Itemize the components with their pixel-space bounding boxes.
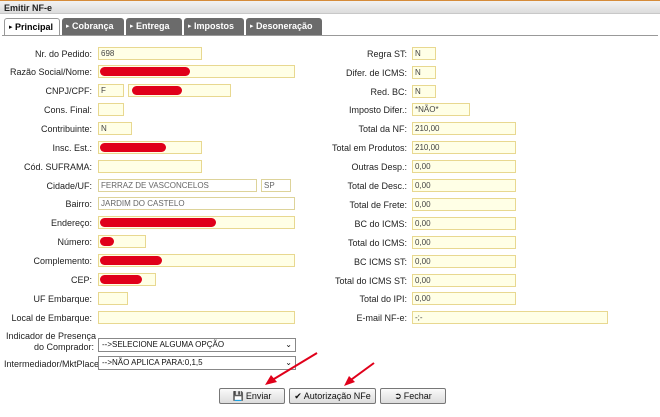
tab-impostos[interactable]: ▸ Impostos	[184, 18, 244, 35]
cidade-field[interactable]: FERRAZ DE VASCONCELOS	[98, 179, 257, 192]
cons-final-field[interactable]	[98, 103, 124, 116]
label-indicador-presenca-2: do Comprador:	[34, 342, 95, 352]
email-nfe-field[interactable]: -;-	[412, 311, 608, 324]
redaction-mark	[100, 237, 114, 246]
bc-icms-field[interactable]: 0,00	[412, 217, 516, 230]
label-total-icms: Total do ICMS:	[347, 238, 407, 248]
label-outras-desp: Outras Desp.:	[351, 162, 407, 172]
label-email-nfe: E-mail NF-e:	[356, 313, 407, 323]
triangle-right-icon: ▸	[9, 24, 13, 31]
red-bc-field[interactable]: N	[412, 85, 436, 98]
exit-icon: ➲	[394, 391, 402, 401]
label-total-produtos: Total em Produtos:	[331, 143, 407, 153]
redaction-mark	[100, 218, 216, 227]
fechar-button[interactable]: ➲ Fechar	[380, 388, 446, 404]
label-total-nf: Total da NF:	[358, 124, 407, 134]
label-local-embarque: Local de Embarque:	[11, 313, 92, 323]
label-total-icms-st: Total do ICMS ST:	[334, 276, 407, 286]
label-imposto-difer: Imposto Difer.:	[348, 105, 407, 115]
tab-desoneracao[interactable]: ▸ Desoneração	[246, 18, 322, 35]
label-cep: CEP:	[70, 275, 92, 285]
label-contribuinte: Contribuinte:	[40, 124, 92, 134]
tab-cobranca[interactable]: ▸ Cobrança	[62, 18, 124, 35]
label-nr-pedido: Nr. do Pedido:	[34, 49, 92, 59]
chevron-down-icon: ⌄	[285, 340, 292, 349]
contribuinte-field[interactable]: N	[98, 122, 132, 135]
intermediador-select[interactable]: -->NÃO APLICA PARA:0,1,5 ⌄	[98, 356, 296, 370]
redaction-mark	[100, 256, 162, 265]
label-regra-st: Regra ST:	[366, 49, 407, 59]
bc-icms-st-field[interactable]: 0,00	[412, 255, 516, 268]
redaction-mark	[100, 143, 166, 152]
total-nf-field[interactable]: 210,00	[412, 122, 516, 135]
tab-entrega[interactable]: ▸ Entrega	[126, 18, 182, 35]
redaction-mark	[100, 275, 142, 284]
chevron-down-icon: ⌄	[285, 358, 292, 367]
label-endereco: Endereço:	[50, 218, 92, 228]
label-razao-social: Razão Social/Nome:	[9, 67, 92, 77]
bairro-field[interactable]: JARDIM DO CASTELO	[98, 197, 295, 210]
autorizacao-nfe-button[interactable]: ✔ Autorização NFe	[289, 388, 376, 404]
triangle-right-icon: ▸	[188, 23, 192, 30]
label-red-bc: Red. BC:	[370, 87, 407, 97]
total-icms-field[interactable]: 0,00	[412, 236, 516, 249]
regra-st-field[interactable]: N	[412, 47, 436, 60]
label-cidade-uf: Cidade/UF:	[46, 181, 92, 191]
triangle-right-icon: ▸	[66, 23, 70, 30]
triangle-right-icon: ▸	[130, 23, 134, 30]
label-insc-est: Insc. Est.:	[52, 143, 92, 153]
label-intermediador: Intermediador/MktPlace:	[4, 359, 102, 369]
window-title: Emitir NF-e	[0, 0, 660, 14]
total-produtos-field[interactable]: 210,00	[412, 141, 516, 154]
label-complemento: Complemento:	[33, 256, 92, 266]
label-total-frete: Total de Frete:	[349, 200, 407, 210]
label-uf-embarque: UF Embarque:	[33, 294, 92, 304]
nr-pedido-field[interactable]: 698	[98, 47, 202, 60]
label-cod-suframa: Cód. SUFRAMA:	[23, 162, 92, 172]
label-total-desc: Total de Desc.:	[347, 181, 407, 191]
label-numero: Número:	[57, 237, 92, 247]
label-bc-icms: BC do ICMS:	[354, 219, 407, 229]
total-frete-field[interactable]: 0,00	[412, 198, 516, 211]
label-cnpj-cpf: CNPJ/CPF:	[45, 86, 92, 96]
difer-icms-field[interactable]: N	[412, 66, 436, 79]
label-bairro: Bairro:	[65, 199, 92, 209]
label-bc-icms-st: BC ICMS ST:	[353, 257, 407, 267]
enviar-button[interactable]: 💾 Enviar	[219, 388, 285, 404]
uf-field[interactable]: SP	[261, 179, 291, 192]
label-difer-icms: Difer. de ICMS:	[345, 68, 407, 78]
cnpj-type-field[interactable]: F	[98, 84, 124, 97]
total-icms-st-field[interactable]: 0,00	[412, 274, 516, 287]
cod-suframa-field[interactable]	[98, 160, 202, 173]
outras-desp-field[interactable]: 0,00	[412, 160, 516, 173]
redaction-mark	[132, 86, 182, 95]
total-ipi-field[interactable]: 0,00	[412, 292, 516, 305]
uf-embarque-field[interactable]	[98, 292, 128, 305]
label-total-ipi: Total do IPI:	[359, 294, 407, 304]
indicador-presenca-select[interactable]: -->SELECIONE ALGUMA OPÇÃO ⌄	[98, 338, 296, 352]
total-desc-field[interactable]: 0,00	[412, 179, 516, 192]
redaction-mark	[100, 67, 190, 76]
save-icon: 💾	[232, 391, 244, 401]
imposto-difer-field[interactable]: *NÃO*	[412, 103, 470, 116]
tab-principal[interactable]: ▸ Principal	[4, 18, 60, 36]
check-circle-icon: ✔	[294, 391, 302, 401]
triangle-right-icon: ▸	[250, 23, 254, 30]
label-cons-final: Cons. Final:	[43, 105, 92, 115]
local-embarque-field[interactable]	[98, 311, 295, 324]
